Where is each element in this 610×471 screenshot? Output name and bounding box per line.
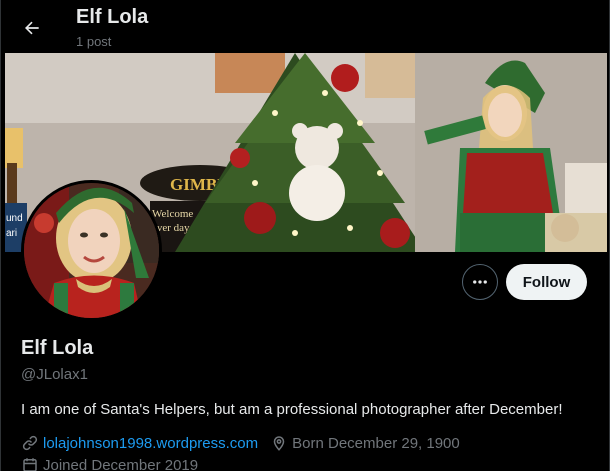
website-link[interactable]: lolajohnson1998.wordpress.com (43, 435, 258, 452)
arrow-left-icon (25, 21, 39, 35)
banner-welcome-text: Welcome (152, 208, 193, 220)
joined-item: Joined December 2019 (21, 456, 198, 471)
banner-side-text2: ari (6, 228, 17, 239)
location-pin-icon (273, 436, 285, 451)
display-name: Elf Lola (21, 337, 94, 359)
profile-meta: lolajohnson1998.wordpress.com Born Decem… (21, 433, 472, 453)
top-bar: Elf Lola 1 post (1, 0, 609, 53)
calendar-icon (23, 458, 37, 471)
website-item: lolajohnson1998.wordpress.com (21, 434, 258, 452)
post-count: 1 post (76, 34, 112, 49)
banner-side-text: und (6, 213, 23, 224)
more-button[interactable] (462, 264, 498, 300)
birthday-text: Born December 29, 1900 (292, 434, 460, 452)
avatar-image (24, 183, 159, 318)
profile-page: Elf Lola 1 post GIMBE Welcome ever day u… (0, 0, 610, 471)
more-horizontal-icon (473, 280, 487, 284)
profile-meta-joined: Joined December 2019 (21, 455, 210, 471)
follow-button[interactable]: Follow (506, 264, 587, 300)
link-icon (22, 435, 38, 451)
user-handle: @JLolax1 (21, 366, 88, 383)
bio: I am one of Santa's Helpers, but am a pr… (21, 401, 563, 418)
avatar[interactable] (21, 180, 162, 321)
back-button[interactable] (15, 11, 49, 45)
birthday-item: Born December 29, 1900 (270, 434, 460, 452)
header-title: Elf Lola (76, 6, 149, 28)
joined-text: Joined December 2019 (43, 456, 199, 471)
